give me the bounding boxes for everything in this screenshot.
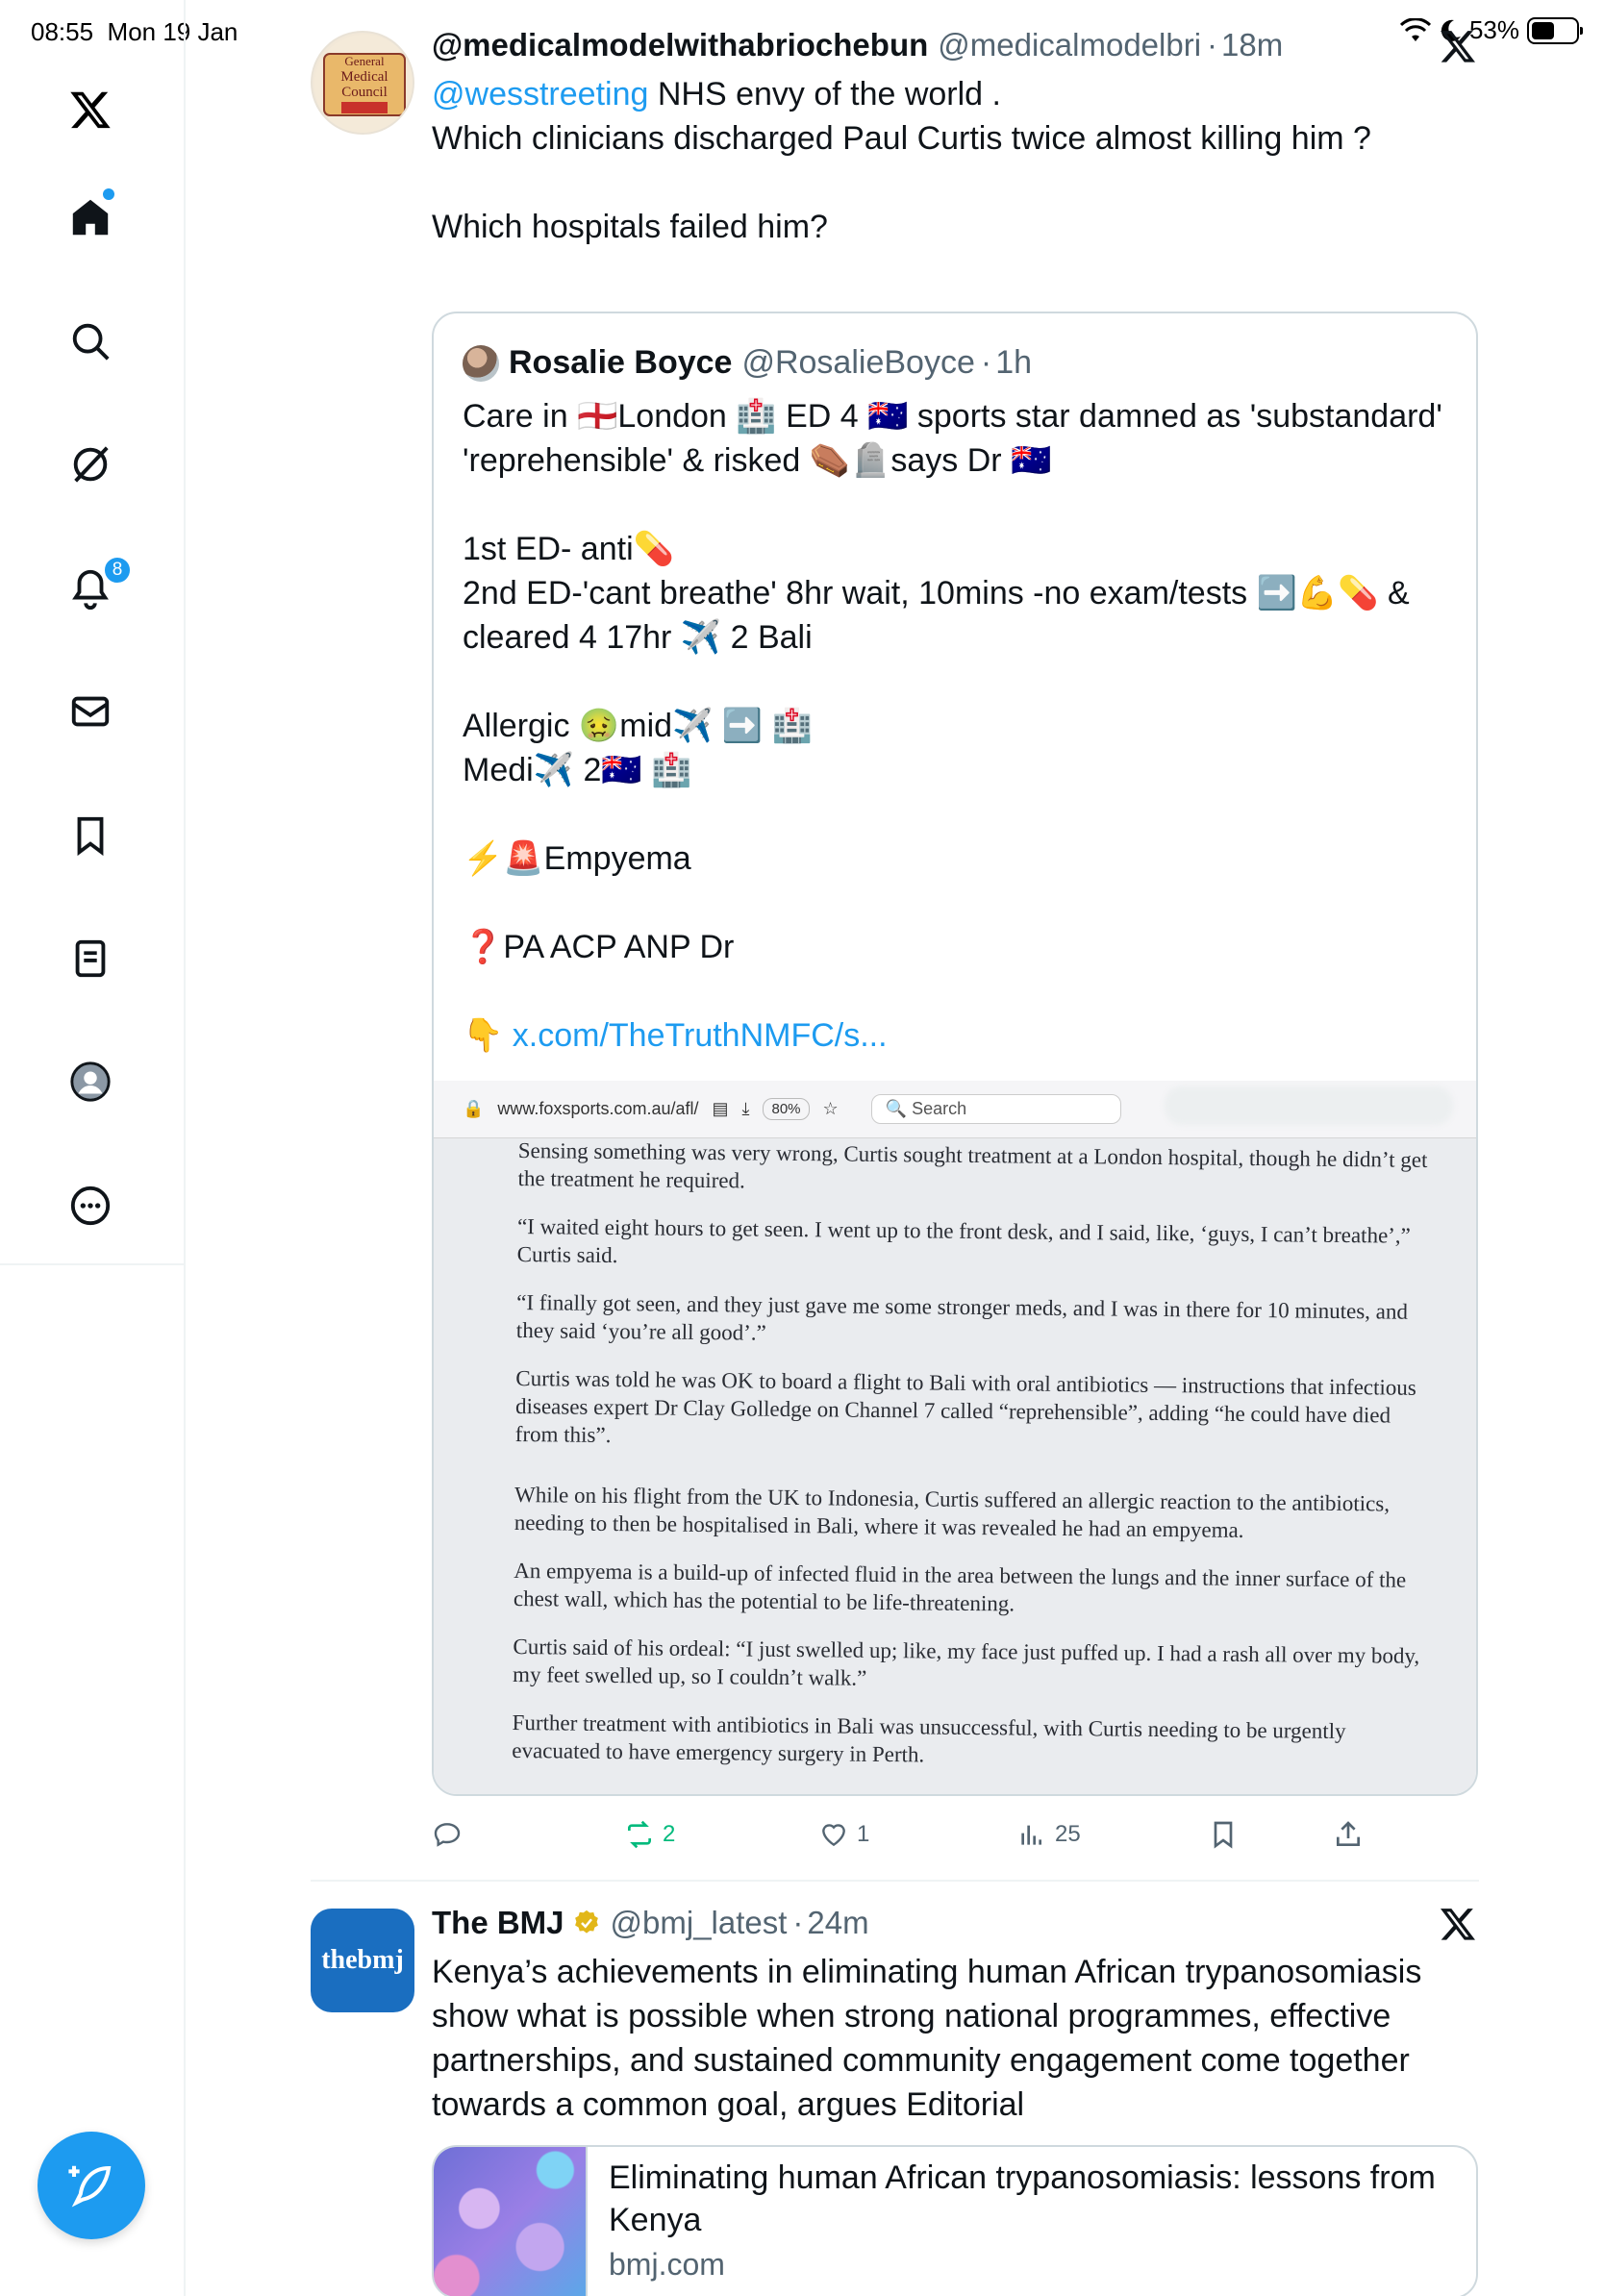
bookmark-button[interactable] (1208, 1815, 1239, 1854)
messages-icon[interactable] (63, 685, 117, 738)
browser-search: 🔍 Search (870, 1094, 1121, 1124)
author-name[interactable]: @medicalmodelwithabriochebun (432, 27, 928, 63)
reply-button[interactable] (432, 1815, 463, 1854)
bookmarks-icon[interactable] (63, 809, 117, 862)
repost-count: 2 (663, 1821, 676, 1847)
views-count: 25 (1055, 1821, 1081, 1847)
download-icon: ⤓ (741, 1099, 750, 1118)
avatar-medicalmodel[interactable]: General Medical Council (311, 31, 414, 135)
post-divider (311, 1880, 1479, 1882)
link-card[interactable]: Eliminating human African trypanosomiasi… (432, 2145, 1478, 2296)
redaction-blur (1165, 1086, 1453, 1125)
lock-icon: 🔒 (463, 1099, 485, 1118)
article-paragraph: While on his flight from the UK to Indon… (514, 1482, 1391, 1542)
post-text-line1: NHS envy of the world . (648, 76, 1001, 112)
like-count: 1 (857, 1821, 870, 1847)
author-handle[interactable]: @medicalmodelbri (938, 27, 1201, 63)
x-logo-icon (1441, 1909, 1475, 1940)
heart-icon (822, 1824, 845, 1847)
views-chart-icon (1021, 1825, 1041, 1845)
author-name[interactable]: The BMJ (432, 1905, 564, 1941)
like-button[interactable]: 1 (818, 1815, 869, 1854)
article-paragraph: Curtis said of his ordeal: “I just swell… (513, 1634, 1420, 1690)
quote-image[interactable]: 🔒 www.foxsports.com.au/afl/ ▤ ⤓ 80% ☆ 🔍 … (434, 1081, 1476, 1794)
avatar-text-line-1: General (344, 54, 385, 68)
zoom-level: 80% (763, 1098, 810, 1120)
sidebar-divider (0, 1263, 186, 1265)
bookmark-icon (1214, 1821, 1233, 1849)
wifi-icon (1399, 17, 1431, 41)
verified-badge-icon (574, 1909, 598, 1934)
reply-icon (434, 1823, 461, 1847)
repost-icon (628, 1820, 651, 1849)
notification-badge: 8 (103, 556, 132, 585)
post-time[interactable]: 24m (807, 1905, 868, 1941)
author-handle[interactable]: @bmj_latest (611, 1905, 788, 1941)
card-title: Eliminating human African trypanosomiasi… (609, 2159, 1436, 2238)
url-text: www.foxsports.com.au/afl/ (497, 1099, 699, 1118)
article-paragraph: An empyema is a build-up of infected flu… (513, 1558, 1407, 1616)
avatar-text-line-2: Medical (340, 69, 388, 85)
x-logo-icon (1441, 31, 1475, 62)
article-paragraph: Curtis was told he was OK to board a fli… (514, 1365, 1416, 1448)
post-text: @wesstreeting NHS envy of the world . Wh… (432, 72, 1470, 249)
views-button[interactable]: 25 (1016, 1815, 1081, 1854)
lists-icon[interactable] (63, 932, 117, 986)
search-icon[interactable] (63, 314, 117, 368)
avatar-bmj[interactable]: thebmj (311, 1909, 414, 2012)
more-icon[interactable] (63, 1179, 117, 1233)
home-unread-dot (103, 188, 114, 200)
article-paragraph: “I waited eight hours to get seen. I wen… (516, 1213, 1411, 1268)
article-paragraph: Further treatment with antibiotics in Ba… (512, 1710, 1346, 1767)
quote-author-name[interactable]: Rosalie Boyce (509, 344, 732, 382)
share-button[interactable] (1333, 1815, 1364, 1854)
repost-button[interactable]: 2 (624, 1815, 675, 1854)
sidebar: 8 (0, 0, 186, 2296)
compose-feather-icon (68, 2165, 112, 2208)
quote-link[interactable]: x.com/TheTruthNMFC/s... (513, 1017, 888, 1054)
post-time[interactable]: 18m (1221, 27, 1283, 63)
quote-text: Care in 🏴󠁧󠁢󠁥󠁮󠁧󠁿London 🏥 ED 4 🇦🇺 sports s… (463, 394, 1453, 1058)
bmj-logo-text: thebmj (321, 1945, 404, 1975)
post-actions: 2 1 25 (432, 1815, 1470, 1854)
article-paragraph: Sensing something was very wrong, Curtis… (517, 1137, 1428, 1193)
article-paragraph: “I finally got seen, and they just gave … (515, 1289, 1409, 1345)
dot-separator: · (980, 344, 992, 381)
card-thumbnail (434, 2147, 588, 2296)
avatar-text-line-3: Council (341, 85, 388, 100)
quoted-post[interactable]: Rosalie Boyce @RosalieBoyce · 1h Care in… (432, 312, 1478, 1796)
dot-separator: · (1207, 27, 1218, 62)
mention-link[interactable]: @wesstreeting (432, 76, 648, 112)
post-header: The BMJ @bmj_latest · 24m (432, 1905, 869, 1941)
quote-body: Care in 🏴󠁧󠁢󠁥󠁮󠁧󠁿London 🏥 ED 4 🇦🇺 sports s… (463, 398, 1442, 1054)
post-text: Kenya’s achievements in eliminating huma… (432, 1954, 1431, 2123)
quote-author-handle[interactable]: @RosalieBoyce (741, 344, 974, 382)
compose-post-button[interactable] (38, 2132, 145, 2239)
reader-icon: ▤ (712, 1099, 729, 1118)
profile-icon[interactable] (63, 1055, 117, 1109)
star-icon: ☆ (822, 1099, 839, 1118)
share-icon (1337, 1821, 1360, 1846)
post-header: @medicalmodelwithabriochebun @medicalmod… (432, 27, 1283, 63)
dot-separator: · (792, 1905, 804, 1940)
grok-icon[interactable] (63, 437, 117, 491)
quote-header: Rosalie Boyce @RosalieBoyce · 1h (463, 344, 1032, 382)
x-logo-icon[interactable] (63, 83, 117, 137)
quote-avatar[interactable] (463, 344, 499, 382)
article-text: Sensing something was very wrong, Curtis… (512, 1136, 1441, 1794)
status-indicators: 53% (1399, 15, 1583, 45)
card-domain: bmj.com (609, 2247, 725, 2282)
quote-time[interactable]: 1h (995, 344, 1032, 382)
post-text-rest: Which clinicians discharged Paul Curtis … (432, 120, 1371, 245)
battery-icon (1527, 16, 1583, 44)
